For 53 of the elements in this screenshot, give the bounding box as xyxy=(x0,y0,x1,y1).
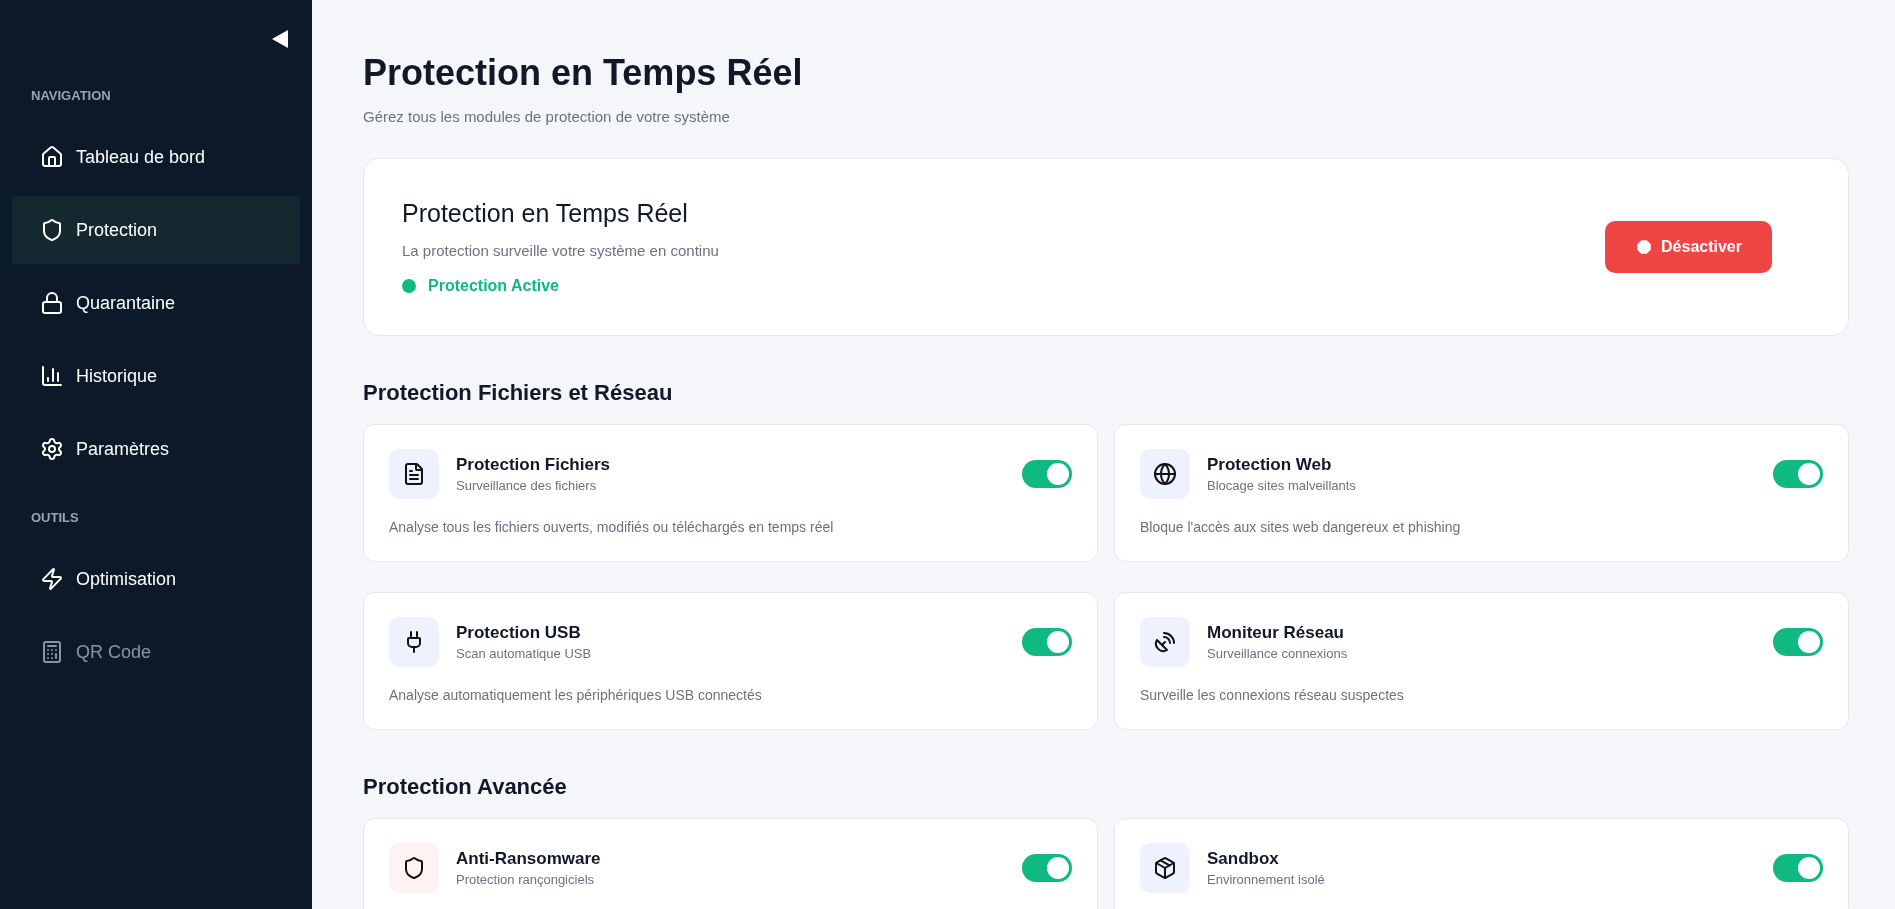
sidebar-item[interactable]: Tableau de bord xyxy=(12,123,300,191)
bar-chart-icon xyxy=(40,364,64,388)
module-name: Protection Fichiers xyxy=(456,455,611,475)
module-description: Surveille les connexions réseau suspectes xyxy=(1140,687,1405,703)
sidebar-section-title: OUTILS xyxy=(30,509,80,527)
module-subtitle: Protection rançongiciels xyxy=(456,872,596,887)
stop-icon xyxy=(1635,238,1654,256)
lock-icon xyxy=(40,291,64,315)
module-description: Analyse tous les fichiers ouverts, modifiés ou téléchargés en temps réel xyxy=(389,519,835,535)
module-name: Moniteur Réseau xyxy=(1207,623,1345,643)
collapse-button[interactable] xyxy=(272,30,288,48)
module-name: Protection USB xyxy=(456,623,582,643)
shield-icon xyxy=(40,218,64,242)
module-subtitle: Surveillance connexions xyxy=(1207,646,1349,661)
module-name: Sandbox xyxy=(1207,849,1280,869)
collapse-icon xyxy=(272,30,288,48)
gear-icon xyxy=(40,437,64,461)
module-description: Bloque l'accès aux sites web dangereux et phishing xyxy=(1140,519,1462,535)
module-subtitle: Surveillance des fichiers xyxy=(456,478,598,493)
sidebar-section-title: NAVIGATION xyxy=(30,87,112,105)
module-description: Analyse automatiquement les périphériques USB connectés xyxy=(389,687,763,703)
module-subtitle: Scan automatique USB xyxy=(456,646,593,661)
lightning-icon xyxy=(40,567,64,591)
toggle-switch[interactable] xyxy=(1773,460,1823,488)
globe-icon xyxy=(1153,462,1177,486)
calculator-icon xyxy=(40,640,64,664)
toggle-switch[interactable] xyxy=(1773,854,1823,882)
sidebar-item[interactable]: Quarantaine xyxy=(12,269,300,337)
toggle-switch[interactable] xyxy=(1022,460,1072,488)
module-name: Protection Web xyxy=(1207,455,1333,475)
section-title: Protection Fichiers et Réseau xyxy=(363,380,674,406)
document-icon xyxy=(402,462,426,486)
status-title: Protection en Temps Réel xyxy=(402,199,689,228)
module-name: Anti-Ransomware xyxy=(456,849,602,869)
toggle-switch[interactable] xyxy=(1022,628,1072,656)
status-text: Protection Active xyxy=(428,277,559,295)
toggle-switch[interactable] xyxy=(1773,628,1823,656)
deactivate-button[interactable]: Désactiver xyxy=(1605,221,1772,273)
page-subtitle: Gérez tous les modules de protection de votre système xyxy=(363,108,731,125)
section-title: Protection Avancée xyxy=(363,774,568,800)
module-subtitle: Blocage sites malveillants xyxy=(1207,478,1357,493)
house-icon xyxy=(40,145,64,169)
sidebar-item[interactable]: Historique xyxy=(12,342,300,410)
toggle-switch[interactable] xyxy=(1022,854,1072,882)
page-title: Protection en Temps Réel xyxy=(363,52,804,94)
sidebar-item[interactable]: Optimisation xyxy=(12,545,300,613)
status-description: La protection surveille votre système en continu xyxy=(402,242,719,259)
shield-icon xyxy=(402,856,426,880)
module-subtitle: Environnement isolé xyxy=(1207,872,1326,887)
sidebar-item[interactable]: Protection xyxy=(12,196,300,264)
sidebar-item[interactable]: Paramètres xyxy=(12,415,300,483)
box-icon xyxy=(1153,856,1177,880)
satellite-dish-icon xyxy=(1153,630,1177,654)
